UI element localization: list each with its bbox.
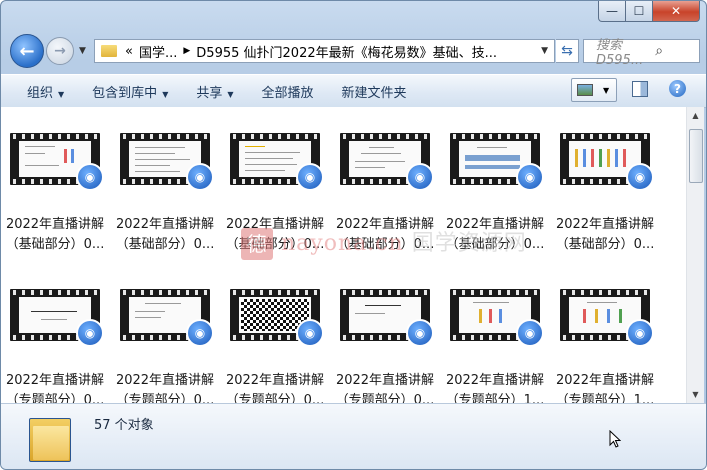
file-name: 2022年直播讲解 （基础部分）0... <box>115 217 215 252</box>
item-count: 57 个对象 <box>94 418 154 433</box>
recent-pages-dropdown[interactable]: ▼ <box>79 46 86 56</box>
media-player-icon: ◉ <box>76 319 104 347</box>
change-view-button[interactable]: ▼ <box>571 78 617 102</box>
mouse-cursor-icon <box>609 430 621 448</box>
video-thumbnail: ◉ <box>10 289 104 347</box>
vertical-scrollbar[interactable]: ▲ ▼ <box>686 107 704 403</box>
view-icon <box>577 84 593 96</box>
video-thumbnail: ◉ <box>450 133 544 191</box>
chevron-down-icon: ▼ <box>603 85 610 95</box>
close-button[interactable]: ✕ <box>653 1 700 22</box>
refresh-button[interactable]: ⇆ <box>556 39 579 63</box>
back-button[interactable]: ← <box>10 34 44 68</box>
video-thumbnail: ◉ <box>10 133 104 191</box>
maximize-button[interactable]: ☐ <box>626 1 653 22</box>
details-pane: 57 个对象 <box>1 403 706 469</box>
video-thumbnail: ◉ <box>120 289 214 347</box>
breadcrumb-item[interactable]: 国学... <box>139 42 177 61</box>
media-player-icon: ◉ <box>516 319 544 347</box>
file-name: 2022年直播讲解 （基础部分）0... <box>5 217 105 252</box>
scroll-thumb[interactable] <box>689 129 703 183</box>
arrow-left-icon: ← <box>19 40 35 62</box>
video-thumbnail: ◉ <box>340 133 434 191</box>
play-all-button[interactable]: 全部播放 <box>248 82 328 101</box>
file-name: 2022年直播讲解 （专题部分）0... <box>115 373 215 403</box>
media-player-icon: ◉ <box>186 319 214 347</box>
chevron-down-icon: ▼ <box>58 89 65 99</box>
media-player-icon: ◉ <box>296 319 324 347</box>
file-list: ◉ 2022年直播讲解 （基础部分）0... ◉ 2022年直播讲解 （基础部分）0… <box>1 107 686 403</box>
forward-button[interactable]: → <box>46 37 74 65</box>
share-menu[interactable]: 共享 ▼ <box>182 82 247 101</box>
media-player-icon: ◉ <box>626 319 654 347</box>
address-dropdown-icon[interactable]: ▼ <box>541 46 548 56</box>
video-thumbnail: ◉ <box>120 133 214 191</box>
search-box[interactable]: 搜索 D595... ⌕ <box>583 38 700 68</box>
scroll-down-icon[interactable]: ▼ <box>687 386 704 403</box>
media-player-icon: ◉ <box>626 163 654 191</box>
breadcrumb-current[interactable]: D5955 仙扑门2022年最新《梅花易数》基础、技... <box>196 42 497 61</box>
scroll-up-icon[interactable]: ▲ <box>687 107 704 124</box>
include-in-library-menu[interactable]: 包含到库中 ▼ <box>78 82 182 101</box>
chevron-down-icon: ▼ <box>162 89 169 99</box>
chevron-down-icon: ▼ <box>227 89 234 99</box>
media-player-icon: ◉ <box>406 319 434 347</box>
file-name: 2022年直播讲解 （专题部分）0... <box>5 373 105 403</box>
minimize-button[interactable]: — <box>598 1 626 22</box>
folder-icon <box>29 412 71 462</box>
address-bar[interactable]: « 国学... ▶ D5955 仙扑门2022年最新《梅花易数》基础、技... … <box>94 39 555 63</box>
help-button[interactable]: ? <box>669 80 686 97</box>
media-player-icon: ◉ <box>516 163 544 191</box>
media-player-icon: ◉ <box>76 163 104 191</box>
breadcrumb-overflow[interactable]: « <box>125 44 133 59</box>
media-player-icon: ◉ <box>296 163 324 191</box>
file-name: 2022年直播讲解 （专题部分）1... <box>555 373 655 403</box>
refresh-icon: ⇆ <box>561 43 573 59</box>
preview-pane-button[interactable] <box>632 81 648 97</box>
search-icon[interactable]: ⌕ <box>655 43 693 59</box>
video-thumbnail: ◉ <box>340 289 434 347</box>
new-folder-button[interactable]: 新建文件夹 <box>328 82 421 101</box>
organize-menu[interactable]: 组织 ▼ <box>13 82 78 101</box>
file-name: 2022年直播讲解 （基础部分）0... <box>555 217 655 252</box>
media-player-icon: ◉ <box>186 163 214 191</box>
help-icon: ? <box>674 81 681 96</box>
search-placeholder: 搜索 D595... <box>596 38 644 68</box>
file-name: 2022年直播讲解 （专题部分）0... <box>225 373 325 403</box>
video-thumbnail: ◉ <box>230 133 324 191</box>
media-player-icon: ◉ <box>406 163 434 191</box>
file-name: 2022年直播讲解 （专题部分）1... <box>445 373 545 403</box>
file-name: 2022年直播讲解 （专题部分）0... <box>335 373 435 403</box>
folder-icon <box>101 45 117 57</box>
video-thumbnail: ◉ <box>560 289 654 347</box>
watermark: 德 nayona.cn 国学资源网 <box>241 225 527 260</box>
video-thumbnail: ◉ <box>560 133 654 191</box>
breadcrumb-arrow-icon[interactable]: ▶ <box>183 46 190 56</box>
video-thumbnail: ◉ <box>230 289 324 347</box>
arrow-right-icon: → <box>54 43 66 59</box>
caption-buttons: — ☐ ✕ <box>598 1 700 22</box>
video-thumbnail: ◉ <box>450 289 544 347</box>
explorer-window: — ☐ ✕ ← → ▼ « 国学... ▶ D5955 仙扑门2022年最新《梅… <box>0 0 707 470</box>
